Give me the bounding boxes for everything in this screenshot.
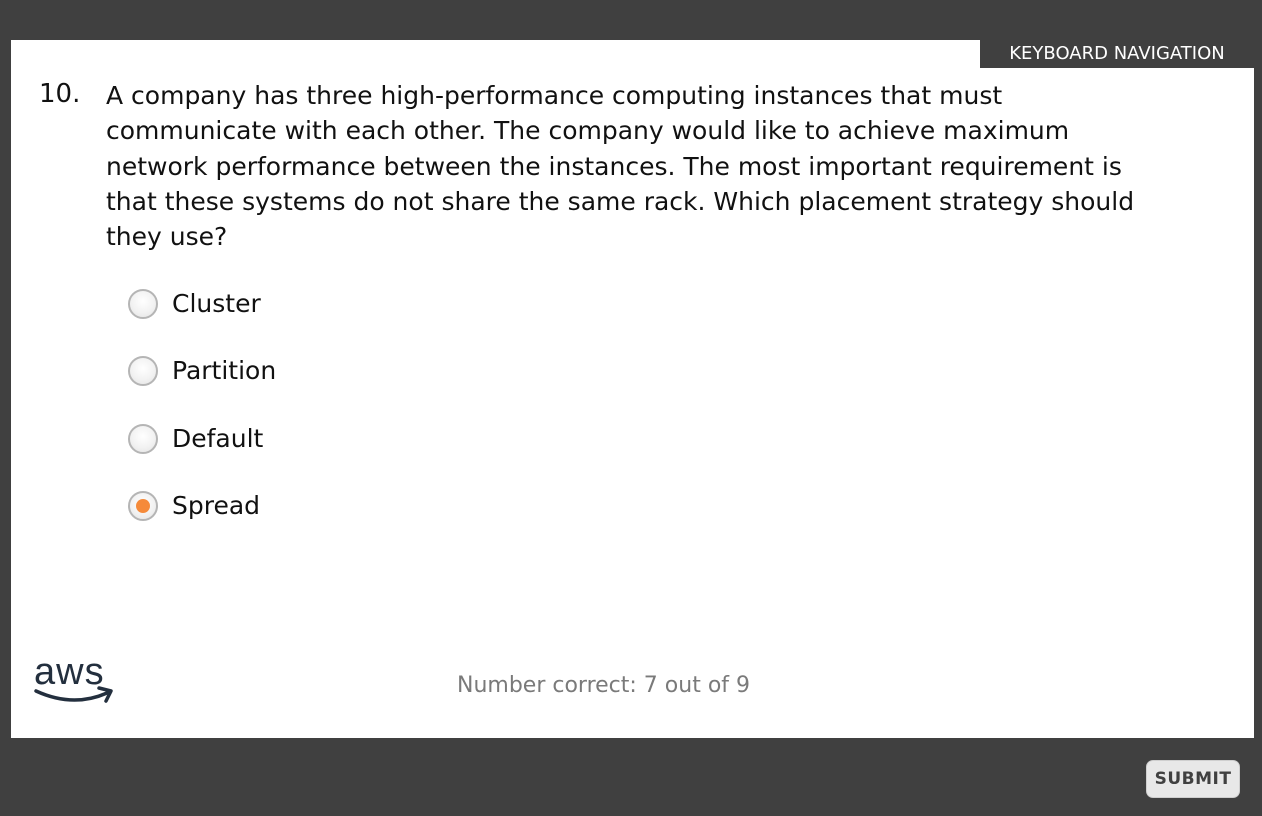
radio-button-checked[interactable]: [128, 491, 158, 521]
radio-button-unchecked[interactable]: [128, 356, 158, 386]
option-default[interactable]: Default: [128, 423, 263, 455]
option-cluster[interactable]: Cluster: [128, 288, 261, 320]
question-text: A company has three high-performance com…: [106, 81, 1135, 252]
score-text: Number correct: 7 out of 9: [457, 673, 751, 698]
option-label: Default: [172, 424, 264, 453]
option-spread[interactable]: Spread: [128, 490, 260, 522]
submit-button[interactable]: SUBMIT: [1146, 760, 1240, 798]
radio-button-unchecked[interactable]: [128, 289, 158, 319]
option-partition[interactable]: Partition: [128, 355, 276, 387]
aws-logo: aws: [34, 651, 113, 703]
keyboard-navigation-button[interactable]: KEYBOARD NAVIGATION: [980, 40, 1254, 68]
option-label: Spread: [172, 491, 261, 520]
quiz-slide: KEYBOARD NAVIGATION 10. A company has th…: [11, 40, 1254, 738]
question-number: 10.: [39, 79, 81, 109]
radio-button-unchecked[interactable]: [128, 424, 158, 454]
option-label: Partition: [172, 356, 277, 385]
option-label: Cluster: [172, 289, 261, 318]
aws-logo-text: aws: [34, 651, 105, 693]
